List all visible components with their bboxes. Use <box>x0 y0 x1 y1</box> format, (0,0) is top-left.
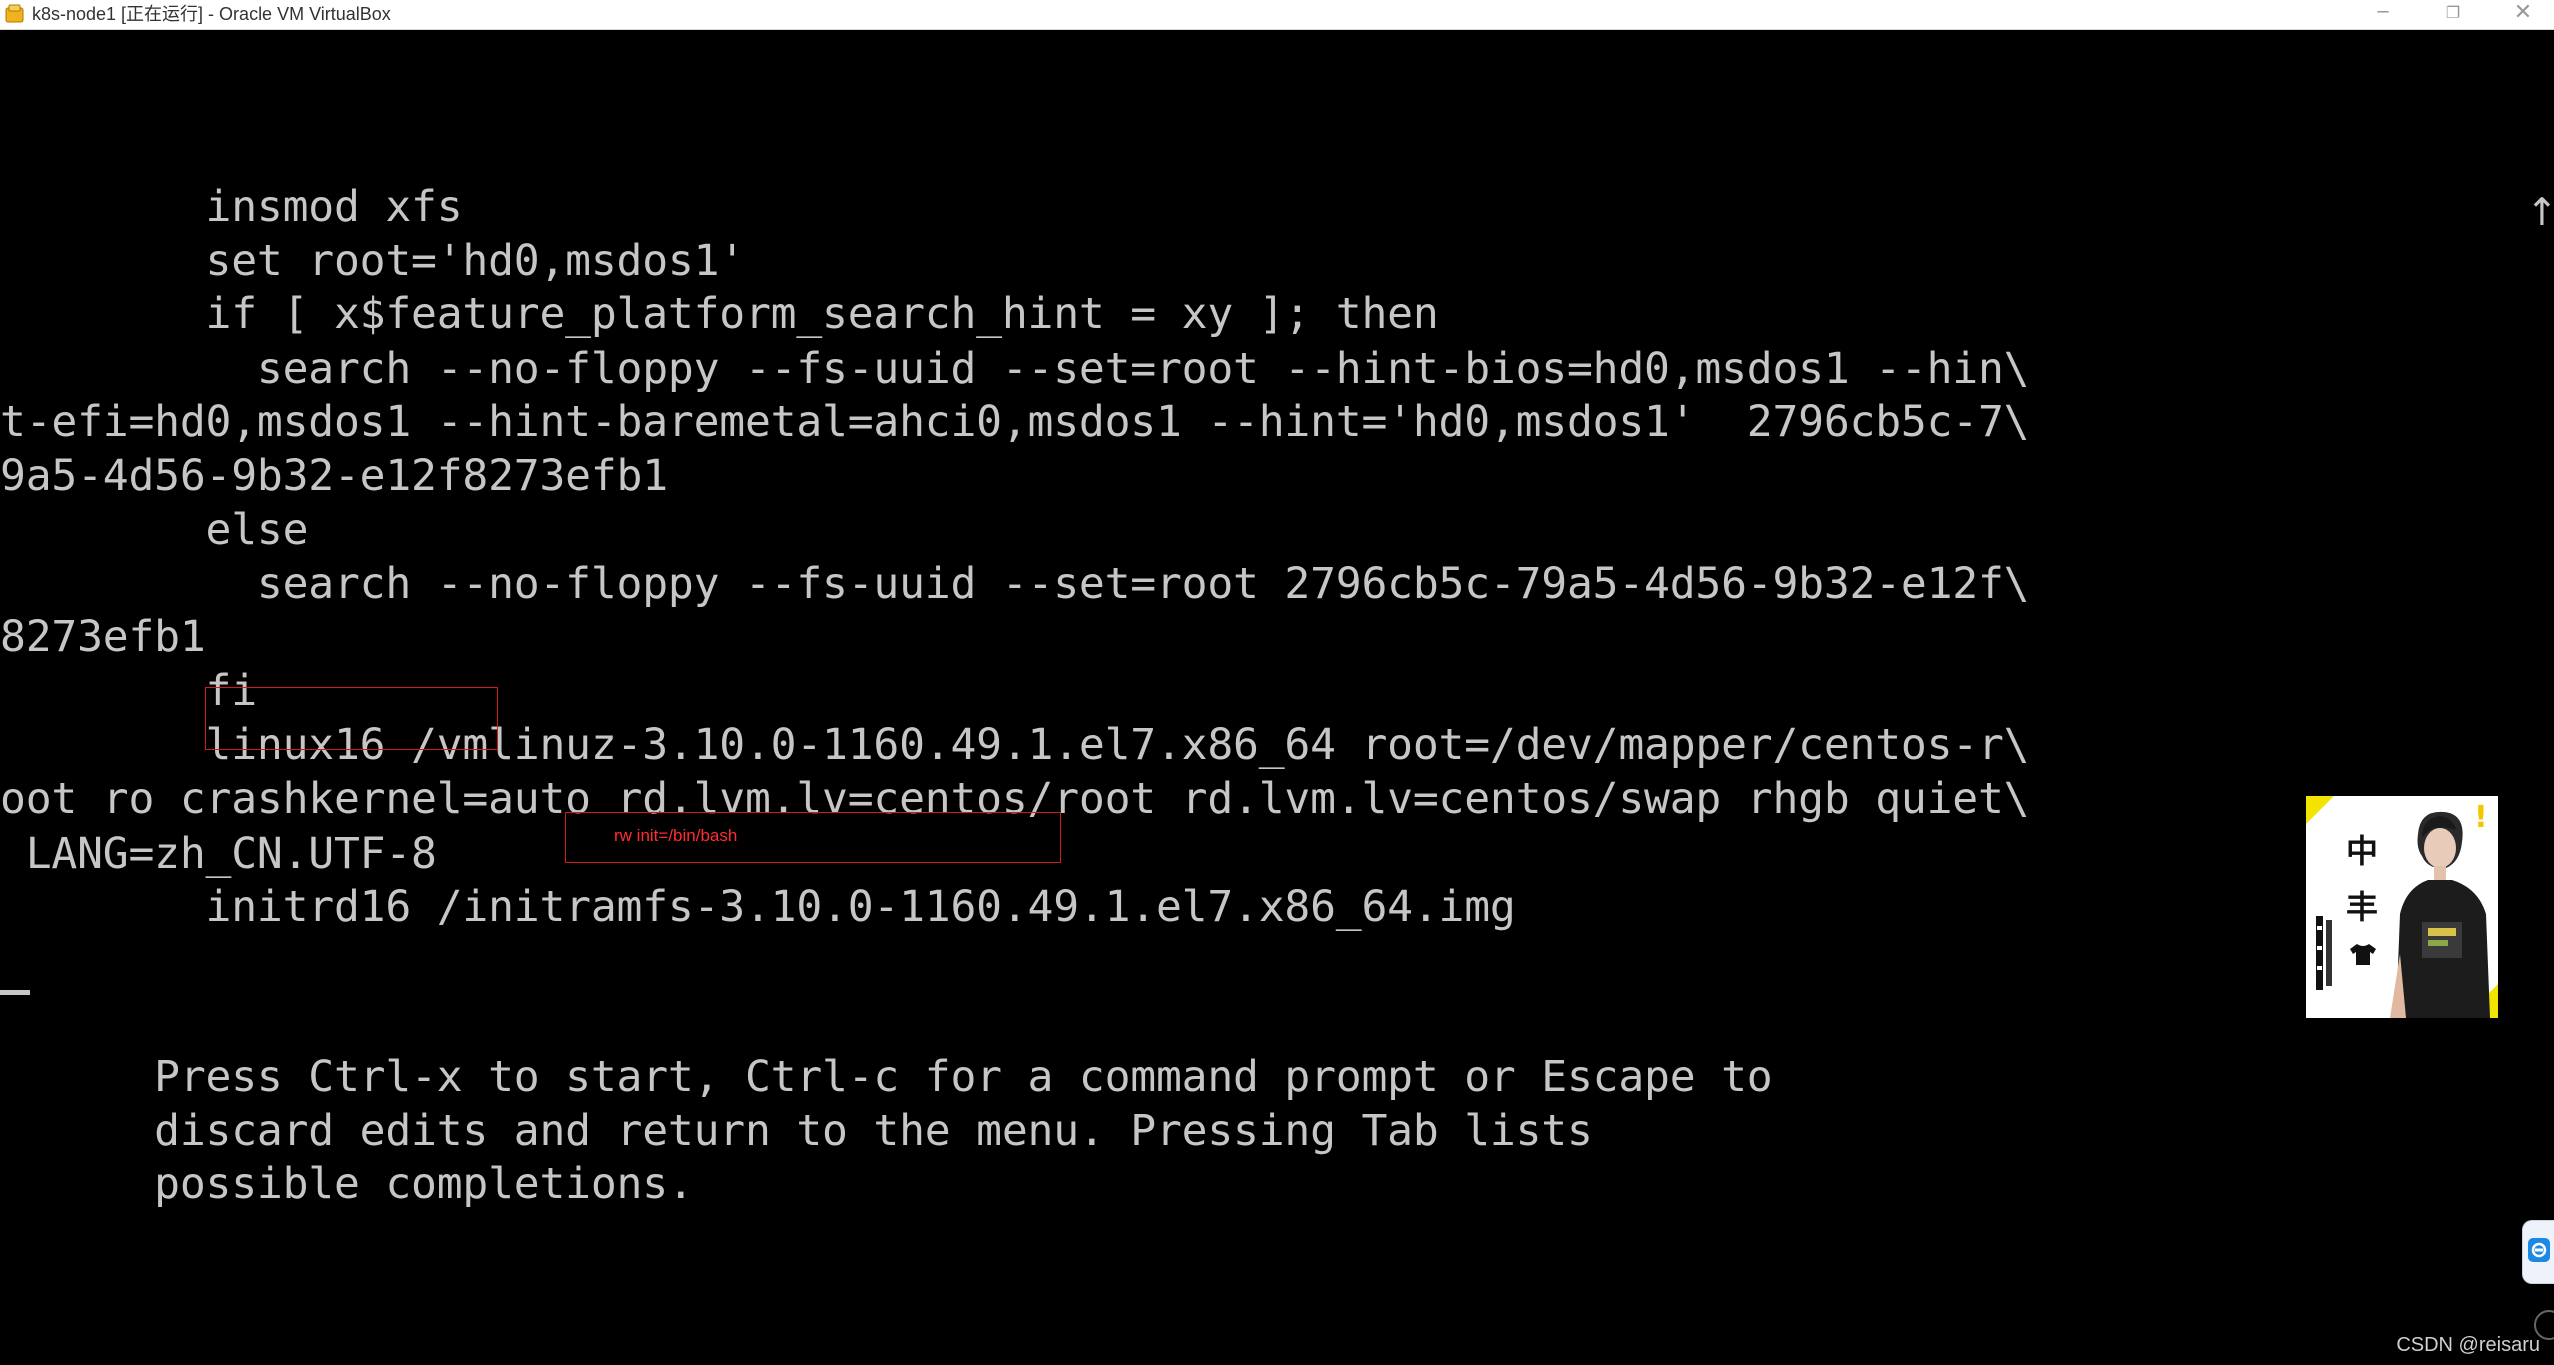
grub-line: set root='hd0,msdos1' <box>0 236 746 286</box>
help-text-line: possible completions. <box>0 1159 694 1209</box>
window-title-bar: k8s-node1 [正在运行] - Oracle VM VirtualBox … <box>0 0 2554 30</box>
restore-button[interactable]: ❐ <box>2418 0 2488 29</box>
poster-char: 丰 <box>2345 888 2378 926</box>
grub-line-lang: LANG=zh_CN.UTF-8 <box>0 829 437 879</box>
grub-line: search --no-floppy --fs-uuid --set=root … <box>0 559 2030 609</box>
poster-char: 中 <box>2345 832 2378 870</box>
overlay-poster-image: ! 中 丰 <box>2306 796 2498 1018</box>
grub-line: if [ x$feature_platform_search_hint = xy… <box>0 289 1439 339</box>
highlight-box-linux16 <box>205 687 498 750</box>
minimize-button[interactable]: ─ <box>2348 0 2418 29</box>
scroll-up-arrow-icon: ↑ <box>2526 190 2554 234</box>
watermark: CSDN @reisaru <box>2396 1334 2540 1356</box>
poster-corner <box>2306 796 2334 824</box>
grub-line: insmod xfs <box>0 182 463 232</box>
help-text-line: Press Ctrl-x to start, Ctrl-c for a comm… <box>0 1052 1773 1102</box>
grub-line: else <box>0 505 309 555</box>
virtualbox-icon <box>5 4 24 23</box>
window-title: k8s-node1 [正在运行] - Oracle VM VirtualBox <box>32 4 391 24</box>
annotation-note: rw init=/bin/bash <box>614 826 738 845</box>
person-photo <box>2390 811 2490 1018</box>
close-button[interactable]: ✕ <box>2488 0 2554 29</box>
grub-line: 8273efb1 <box>0 612 206 662</box>
text-cursor <box>0 990 30 995</box>
grub-line-initrd: initrd16 /initramfs-3.10.0-1160.49.1.el7… <box>0 882 1516 932</box>
remote-app-icon <box>2528 1238 2550 1262</box>
help-text-line: discard edits and return to the menu. Pr… <box>0 1106 1593 1156</box>
tshirt-icon <box>2350 944 2376 965</box>
grub-line: 9a5-4d56-9b32-e12f8273efb1 <box>0 451 668 501</box>
floating-side-widget[interactable] <box>2522 1220 2554 1284</box>
grub-line: t-efi=hd0,msdos1 --hint-baremetal=ahci0,… <box>0 397 2030 447</box>
poster-vertical-logo <box>2316 916 2332 990</box>
grub-line: search --no-floppy --fs-uuid --set=root … <box>0 344 2030 394</box>
